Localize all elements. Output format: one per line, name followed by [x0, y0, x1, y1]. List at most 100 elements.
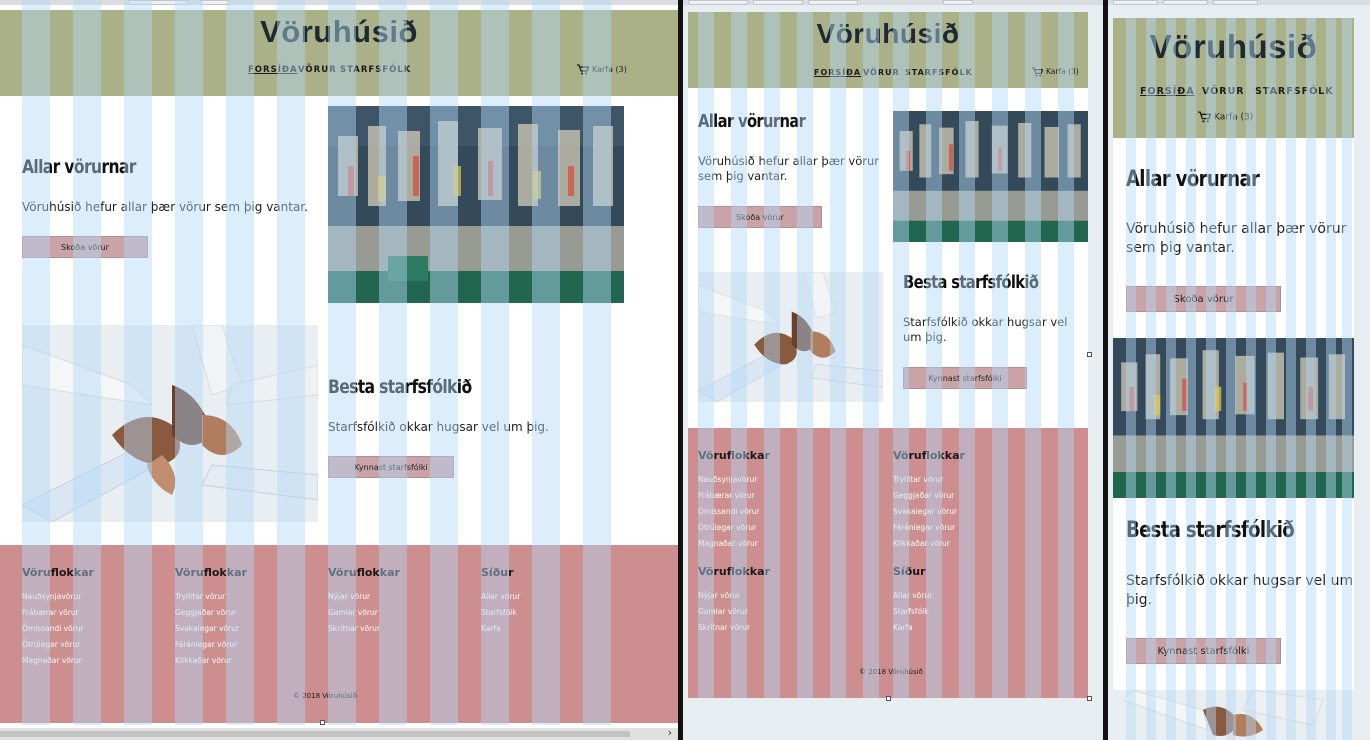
- hands-teamwork-image: [1113, 690, 1354, 740]
- shop-shelves-image: [328, 106, 624, 303]
- footer-link[interactable]: Ómissandi vörur: [698, 507, 760, 516]
- hero-text-products: Vöruhúsið hefur allar þær vörur sem þig …: [22, 200, 308, 214]
- nav-products[interactable]: VÖRUR: [863, 68, 900, 77]
- footer-link[interactable]: Magnaðar vörur: [22, 656, 82, 665]
- footer-link[interactable]: Karfa: [893, 623, 913, 632]
- browser-tab-strip: [0, 0, 678, 5]
- copyright: © 2018 Vöruhúsið: [859, 668, 923, 676]
- footer-link[interactable]: Magnaðar vörur: [698, 539, 758, 548]
- hero-title-products: Allar vörurnar: [22, 156, 136, 178]
- site-logo[interactable]: Vöruhúsið: [0, 14, 678, 50]
- nav-staff[interactable]: STARFSFÓLK: [905, 68, 973, 77]
- nav-products[interactable]: VÖRUR: [298, 65, 337, 75]
- footer-link[interactable]: Gamlar vörur: [698, 607, 748, 616]
- footer-link[interactable]: Geggjaðar vörur: [175, 608, 236, 617]
- footer-link[interactable]: Ótrúlegar vörur: [22, 640, 80, 649]
- tablet-viewport: Vöruhúsið FORSÍÐA VÖRUR STARFSFÓLK Karfa…: [683, 0, 1103, 740]
- chevron-right-icon[interactable]: ›: [668, 726, 672, 739]
- footer-link[interactable]: Ómissandi vörur: [22, 624, 84, 633]
- footer-link[interactable]: Ótrúlegar vörur: [698, 523, 756, 532]
- footer-link[interactable]: Fáránlegar vörur: [893, 523, 955, 532]
- nav-staff[interactable]: STARFSFÓLK: [1255, 86, 1334, 97]
- hero-title-staff: Besta starfsfólkið: [328, 376, 472, 398]
- meet-staff-button[interactable]: Kynnast starfsfólki: [1126, 638, 1281, 664]
- footer-col4-title: Síður: [481, 566, 514, 579]
- footer-link[interactable]: Starfsfólk: [893, 607, 929, 616]
- footer-link[interactable]: Nauðsynjavörur: [22, 592, 81, 601]
- footer-col3-title: Vöruflokkar: [328, 566, 400, 579]
- desktop-viewport: Vöruhúsið FORSÍÐA VÖRUR STARFSFÓLK Karfa…: [0, 0, 678, 740]
- footer-link[interactable]: Nýjar vörur: [328, 592, 370, 601]
- browse-products-button[interactable]: Skoða vörur: [1126, 286, 1281, 312]
- cart-icon: [1198, 111, 1212, 123]
- hero-text-products: Vöruhúsið hefur allar þær vörur sem þig …: [1126, 221, 1347, 256]
- meet-staff-button[interactable]: Kynnast starfsfólki: [903, 367, 1027, 389]
- site-footer: [688, 428, 1088, 698]
- hero-text-staff: Starfsfólkið okkar hugsar vel um þig.: [1126, 573, 1354, 608]
- footer-link[interactable]: Klikkaðar vörur: [893, 539, 950, 548]
- footer-col2-title: Vöruflokkar: [893, 449, 965, 462]
- site-logo[interactable]: Vöruhúsið: [688, 18, 1088, 50]
- site-logo[interactable]: Vöruhúsið: [1113, 28, 1354, 66]
- resize-handle[interactable]: [1087, 696, 1092, 701]
- footer-link[interactable]: Nýjar vörur: [698, 591, 740, 600]
- cart-icon: [577, 64, 590, 75]
- cart-link[interactable]: Karfa (3): [1032, 67, 1079, 77]
- horizontal-scrollbar[interactable]: ›: [0, 726, 678, 740]
- footer-link[interactable]: Allar vörur: [893, 591, 932, 600]
- shop-shelves-image: [893, 111, 1088, 242]
- hero-title-products: Allar vörurnar: [698, 111, 806, 132]
- cart-label: Karfa (3): [1046, 67, 1079, 76]
- resize-handle[interactable]: [1087, 352, 1092, 357]
- resize-handle[interactable]: [320, 720, 325, 725]
- footer-col1-title: Vöruflokkar: [22, 566, 94, 579]
- footer-link[interactable]: Karfa: [481, 624, 501, 633]
- browser-tab-strip: [1108, 0, 1370, 5]
- browse-products-button[interactable]: Skoða vörur: [698, 206, 822, 228]
- nav-staff[interactable]: STARFSFÓLK: [340, 65, 411, 75]
- mobile-viewport: Vöruhúsið FORSÍÐA VÖRUR STARFSFÓLK Karfa…: [1108, 0, 1370, 740]
- footer-link[interactable]: Tryllitar vörur: [893, 475, 943, 484]
- footer-link[interactable]: Frábærar vörur: [22, 608, 79, 617]
- hero-title-staff: Besta starfsfólkið: [1126, 518, 1295, 543]
- browse-products-button[interactable]: Skoða vörur: [22, 236, 148, 258]
- cart-label: Karfa (3): [1214, 112, 1254, 123]
- hero-text-staff: Starfsfólkið okkar hugsar vel um þig.: [903, 315, 1068, 345]
- footer-col4-title: Síður: [893, 565, 926, 578]
- cart-link[interactable]: Karfa (3): [1198, 111, 1253, 123]
- hands-teamwork-image: [22, 325, 318, 522]
- footer-link[interactable]: Gamlar vörur: [328, 608, 378, 617]
- copyright: © 2018 Vöruhúsið: [293, 692, 357, 700]
- footer-link[interactable]: Nauðsynjavörur: [698, 475, 757, 484]
- hero-title-products: Allar vörurnar: [1126, 167, 1260, 192]
- cart-label: Karfa (3): [592, 65, 627, 74]
- footer-link[interactable]: Fáránlegar vörur: [175, 640, 237, 649]
- footer-col2-title: Vöruflokkar: [175, 566, 247, 579]
- footer-link[interactable]: Svakalegar vörur: [893, 507, 957, 516]
- nav-home[interactable]: FORSÍÐA: [1140, 86, 1195, 97]
- resize-handle[interactable]: [886, 696, 891, 701]
- hero-title-staff: Besta starfsfólkið: [903, 272, 1039, 293]
- footer-link[interactable]: Skrítnar vörur: [328, 624, 380, 633]
- hero-text-staff: Starfsfólkið okkar hugsar vel um þig.: [328, 420, 549, 434]
- footer-link[interactable]: Tryllitar vörur: [175, 592, 225, 601]
- footer-link[interactable]: Starfsfólk: [481, 608, 517, 617]
- footer-link[interactable]: Klikkaðar vörur: [175, 656, 232, 665]
- nav-home[interactable]: FORSÍÐA: [248, 65, 298, 75]
- cart-icon: [1032, 67, 1044, 77]
- footer-link[interactable]: Frábærar vörur: [698, 491, 755, 500]
- nav-home[interactable]: FORSÍÐA: [814, 68, 861, 77]
- nav-products[interactable]: VÖRUR: [1202, 86, 1245, 97]
- footer-col3-title: Vöruflokkar: [698, 565, 770, 578]
- footer-link[interactable]: Geggjaðar vörur: [893, 491, 954, 500]
- footer-link[interactable]: Allar vörur: [481, 592, 520, 601]
- browser-tab-strip: [683, 0, 1103, 5]
- hero-text-products: Vöruhúsið hefur allar þær vörur sem þig …: [698, 154, 879, 184]
- hands-teamwork-image: [698, 272, 883, 402]
- shop-shelves-image: [1113, 338, 1354, 498]
- footer-link[interactable]: Skrítnar vörur: [698, 623, 750, 632]
- meet-staff-button[interactable]: Kynnast starfsfólki: [328, 456, 454, 478]
- footer-col1-title: Vöruflokkar: [698, 449, 770, 462]
- cart-link[interactable]: Karfa (3): [577, 64, 627, 75]
- footer-link[interactable]: Svakalegar vörur: [175, 624, 239, 633]
